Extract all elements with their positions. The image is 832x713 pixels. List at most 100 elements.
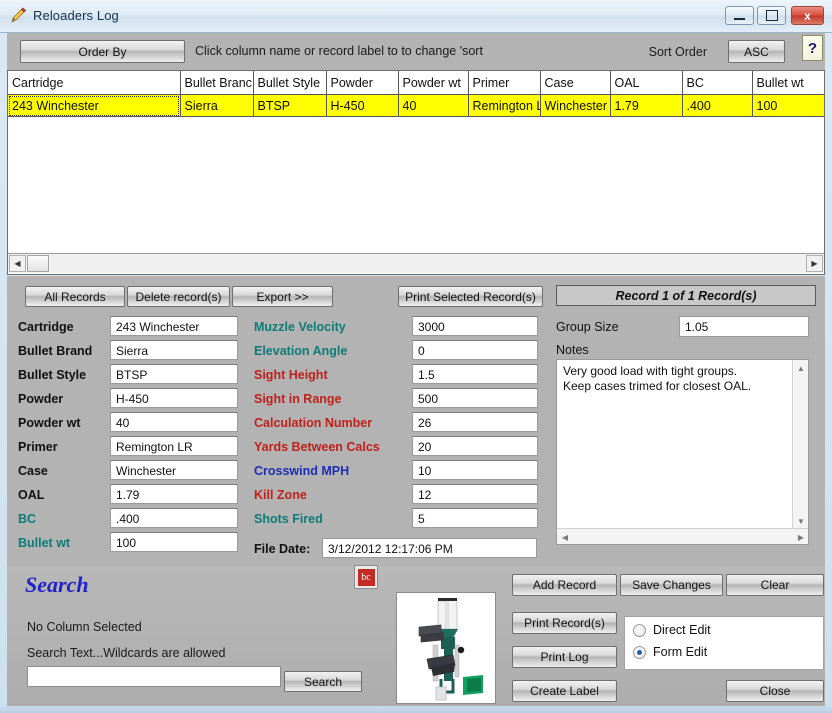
grid-column-header[interactable]: Bullet Style [253,71,327,95]
maximize-button[interactable] [757,6,786,25]
group-size-input[interactable]: 1.05 [679,316,809,337]
form-input[interactable]: 40 [110,412,238,432]
grid-column-header[interactable]: Primer [468,71,541,95]
grid-column-header[interactable]: Bullet wt [752,71,824,95]
form-label[interactable]: OAL [18,488,44,502]
form-input[interactable]: 1.79 [110,484,238,504]
form-input[interactable]: 1.5 [412,364,538,384]
scroll-up-icon[interactable]: ▲ [795,362,807,374]
table-cell[interactable]: 40 [398,94,469,117]
add-record-button[interactable]: Add Record [512,574,617,596]
grid-column-header[interactable]: Cartridge [8,71,181,95]
print-selected-records-button[interactable]: Print Selected Record(s) [398,286,543,307]
table-cell[interactable]: Sierra [180,94,254,117]
notes-textarea[interactable]: Very good load with tight groups. Keep c… [556,359,809,545]
form-input[interactable]: 3000 [412,316,538,336]
scroll-down-icon[interactable]: ▼ [795,515,807,527]
form-input[interactable]: H-450 [110,388,238,408]
form-label[interactable]: Yards Between Calcs [254,440,380,454]
close-window-button[interactable]: x [791,6,824,25]
delete-records-button[interactable]: Delete record(s) [127,286,230,307]
table-cell[interactable]: 1.79 [610,94,683,117]
form-input[interactable]: .400 [110,508,238,528]
form-label[interactable]: BC [18,512,36,526]
radio-form-edit-icon [633,645,646,659]
grid-column-header[interactable]: Powder wt [398,71,469,95]
clear-button[interactable]: Clear [726,574,824,596]
form-input[interactable]: Winchester [110,460,238,480]
form-input[interactable]: 20 [412,436,538,456]
help-button[interactable]: ? [802,35,823,61]
barcode-icon[interactable]: bc [354,565,378,589]
search-input[interactable] [27,666,281,687]
form-label[interactable]: Elevation Angle [254,344,347,358]
table-cell[interactable]: .400 [682,94,753,117]
form-label[interactable]: Bullet Brand [18,344,92,358]
sort-direction-button[interactable]: ASC [728,40,785,63]
scroll-left-icon[interactable]: ◀ [9,255,26,272]
title-bar: Reloaders Log x [0,0,832,33]
notes-scroll-right-icon[interactable]: ▶ [795,531,807,543]
form-label[interactable]: Crosswind MPH [254,464,349,478]
close-icon: x [804,8,811,23]
form-label[interactable]: Kill Zone [254,488,307,502]
form-label[interactable]: Calculation Number [254,416,372,430]
form-label[interactable]: Sight Height [254,368,328,382]
grid-column-header[interactable]: OAL [610,71,683,95]
form-label[interactable]: Bullet Style [18,368,86,382]
form-input[interactable]: 10 [412,460,538,480]
radio-direct-edit[interactable]: Direct Edit [633,623,711,637]
grid-column-header[interactable]: Powder [326,71,399,95]
form-label[interactable]: Case [18,464,48,478]
table-cell[interactable]: BTSP [253,94,327,117]
scroll-right-icon[interactable]: ▶ [806,255,823,272]
table-cell[interactable]: Winchester [540,94,611,117]
form-label[interactable]: Primer [18,440,58,454]
all-records-button[interactable]: All Records [25,286,125,307]
search-button[interactable]: Search [284,671,362,692]
form-label[interactable]: Shots Fired [254,512,323,526]
form-label[interactable]: Powder wt [18,416,81,430]
radio-form-edit[interactable]: Form Edit [633,645,707,659]
form-label[interactable]: Bullet wt [18,536,70,550]
notes-vertical-scrollbar[interactable]: ▲ ▼ [792,360,808,529]
table-cell[interactable]: Remington L [468,94,541,117]
scrollbar-thumb[interactable] [27,255,49,272]
print-log-button[interactable]: Print Log [512,646,617,668]
form-input[interactable]: Sierra [110,340,238,360]
form-input[interactable]: 12 [412,484,538,504]
save-changes-button[interactable]: Save Changes [620,574,723,596]
form-label[interactable]: Muzzle Velocity [254,320,346,334]
pencil-icon [9,7,27,25]
form-input[interactable]: 100 [110,532,238,552]
form-label[interactable]: Sight in Range [254,392,342,406]
notes-label: Notes [556,343,589,357]
table-row[interactable]: 243 Winchester Sierra BTSP H-450 40 Remington… [8,94,824,117]
order-by-button[interactable]: Order By [20,40,185,63]
grid-column-header[interactable]: Bullet Branc [180,71,254,95]
create-label-button[interactable]: Create Label [512,680,617,702]
export-button[interactable]: Export >> [232,286,333,307]
form-input[interactable]: 0 [412,340,538,360]
table-cell[interactable]: H-450 [326,94,399,117]
grid-column-header[interactable]: Case [540,71,611,95]
form-input[interactable]: Remington LR [110,436,238,456]
table-cell[interactable]: 243 Winchester [8,94,181,117]
print-records-button[interactable]: Print Record(s) [512,612,617,634]
notes-scroll-left-icon[interactable]: ◀ [559,531,571,543]
table-cell[interactable]: 100 [752,94,824,117]
form-label[interactable]: Powder [18,392,63,406]
form-input[interactable]: BTSP [110,364,238,384]
minimize-button[interactable] [725,6,754,25]
form-input[interactable]: 5 [412,508,538,528]
form-input[interactable]: 26 [412,412,538,432]
form-input[interactable]: 500 [412,388,538,408]
grid-horizontal-scrollbar[interactable]: ◀ ▶ [8,253,824,273]
form-input[interactable]: 243 Winchester [110,316,238,336]
form-label[interactable]: Cartridge [18,320,74,334]
close-button[interactable]: Close [726,680,824,702]
grid-column-header[interactable]: BC [682,71,753,95]
reloading-press-image [396,592,496,704]
file-date-value[interactable]: 3/12/2012 12:17:06 PM [322,538,537,558]
notes-horizontal-scrollbar[interactable]: ◀ ▶ [557,528,808,544]
